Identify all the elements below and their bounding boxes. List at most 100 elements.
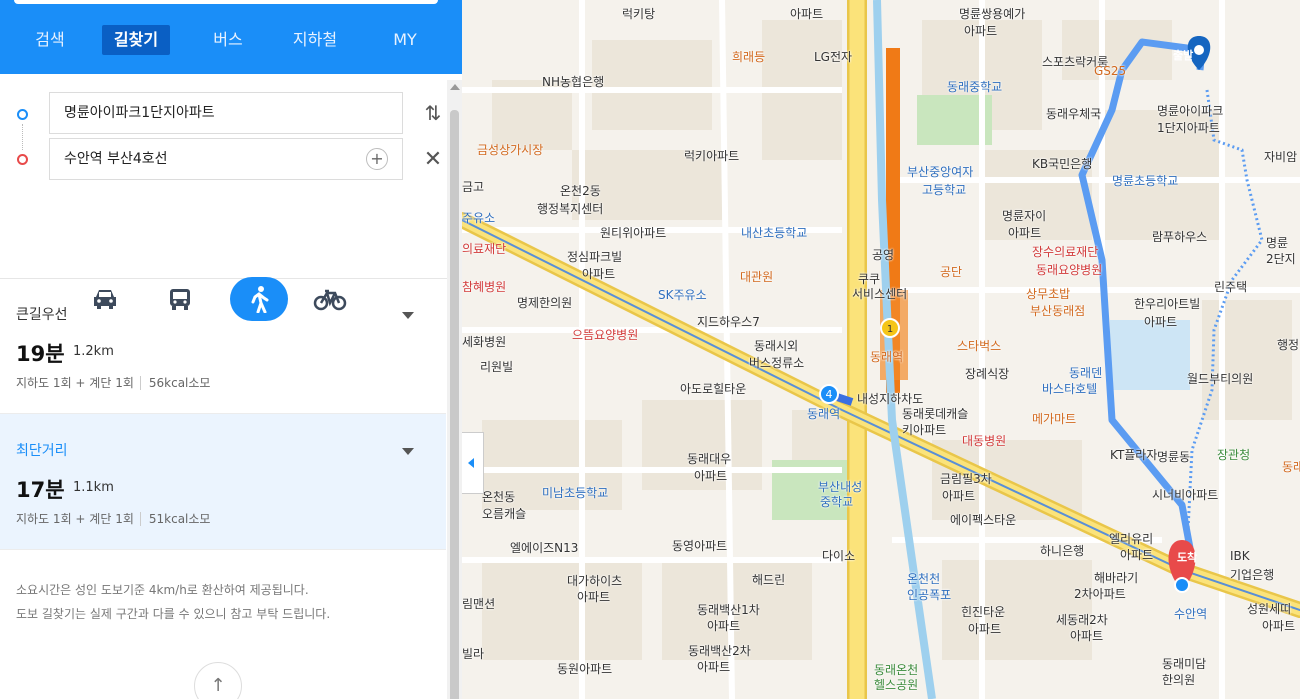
map-label[interactable]: 힌진타운 — [961, 603, 1005, 620]
map-label[interactable]: 희래등 — [732, 48, 765, 65]
map-label[interactable]: 아파트 — [964, 22, 997, 39]
map-label[interactable]: 명륜동 — [1157, 448, 1190, 465]
scroll-up-icon[interactable] — [450, 84, 460, 90]
destination-input[interactable]: 수안역 부산4호선 + — [49, 138, 403, 180]
map-label[interactable]: 스타벅스 — [957, 337, 1001, 354]
map-label[interactable]: 리원빌 — [480, 358, 513, 375]
tab-subway[interactable]: 지하철 — [282, 25, 348, 55]
map-label[interactable]: 아파트 — [1144, 313, 1177, 330]
map-label[interactable]: 온천천 — [907, 570, 940, 587]
map-label[interactable]: 동래역 — [807, 405, 840, 422]
collapse-panel-button[interactable] — [462, 432, 484, 494]
map-label[interactable]: 에이펙스타운 — [950, 511, 1016, 528]
map-label[interactable]: 동래롯데캐슬 — [902, 405, 968, 422]
map-label[interactable]: 럭키탕 — [622, 5, 655, 22]
map-label[interactable]: 참혜병원 — [462, 278, 506, 295]
map-label[interactable]: 월드부티의원 — [1187, 370, 1253, 387]
map-label[interactable]: IBK — [1230, 549, 1250, 563]
chevron-down-icon[interactable] — [402, 312, 414, 319]
map-label[interactable]: 세동래2차 — [1056, 611, 1108, 628]
map-label[interactable]: 동래백산1차 — [697, 601, 760, 618]
map-label[interactable]: 으뜸요양병원 — [572, 326, 638, 343]
map-label[interactable]: 동원아파트 — [557, 660, 612, 677]
map-label[interactable]: 럭키아파트 — [684, 147, 739, 164]
map-label[interactable]: SK주유소 — [658, 286, 707, 303]
map-label[interactable]: 금성상가시장 — [477, 141, 543, 158]
map-label[interactable]: 림맨션 — [462, 595, 495, 612]
map-label[interactable]: 아파트 — [1008, 224, 1041, 241]
map-label[interactable]: 명제한의원 — [517, 294, 572, 311]
map-label[interactable]: 아파트 — [694, 467, 727, 484]
map-label[interactable]: 빌라 — [462, 645, 484, 662]
map-label[interactable]: LG전자 — [814, 48, 852, 65]
tab-search[interactable]: 검색 — [22, 25, 78, 55]
map-label[interactable]: 금림필3차 — [940, 470, 992, 487]
map-view[interactable]: 4 1 출발 도착 럭키탕 아파트 명륜쌍용예가 아파트 희래등 LG전자 스포츠락커룸 GS… — [462, 0, 1300, 699]
tab-directions[interactable]: 길찾기 — [102, 25, 170, 55]
map-label[interactable]: KT플라자 — [1110, 446, 1157, 463]
map-label[interactable]: 명륜아이파크 — [1157, 102, 1223, 119]
map-label[interactable]: 내성지하차도 — [857, 390, 923, 407]
map-label[interactable]: 동래중학교 — [947, 78, 1002, 95]
map-label[interactable]: 아파트 — [1070, 627, 1103, 644]
map-label[interactable]: 오름캐슬 — [482, 505, 526, 522]
map-label[interactable]: 하니은행 — [1040, 542, 1084, 559]
map-label[interactable]: 아파트 — [707, 617, 740, 634]
map-label[interactable]: 한의원 — [1162, 671, 1195, 688]
map-label[interactable]: 아파트 — [790, 5, 823, 22]
map-label[interactable]: 지드하우스7 — [697, 313, 760, 330]
map-label[interactable]: 중학교 — [820, 493, 853, 510]
map-label[interactable]: 행정 — [1277, 336, 1299, 353]
map-label[interactable]: 명륜자이 — [1002, 207, 1046, 224]
map-label[interactable]: 아도로힐타운 — [680, 380, 746, 397]
map-label[interactable]: 엘리유리 — [1109, 530, 1153, 547]
map-label[interactable]: 동래시외 — [754, 337, 798, 354]
map-label[interactable]: 행정복지센터 — [537, 200, 603, 217]
map-label[interactable]: 서비스센터 — [852, 285, 907, 302]
map-label[interactable]: 동래요양병원 — [1036, 261, 1102, 278]
map-label[interactable]: 미남초등학교 — [542, 484, 608, 501]
map-label[interactable]: 공영 — [872, 246, 894, 263]
route-option-main-road[interactable]: 큰길우선 19분 1.2km 지하도 1회 + 계단 1회 56kcal소모 — [0, 278, 446, 414]
add-waypoint-button[interactable]: + — [366, 148, 388, 170]
map-label[interactable]: 한우리아트빌 — [1134, 295, 1200, 312]
map-label[interactable]: 수안역 — [1174, 605, 1207, 622]
tab-my[interactable]: MY — [380, 25, 430, 55]
map-label[interactable]: 장례식장 — [965, 365, 1009, 382]
map-label[interactable]: 대가하이츠 — [567, 572, 622, 589]
map-label[interactable]: 키아파트 — [902, 421, 946, 438]
map-label[interactable]: 동래우체국 — [1046, 105, 1101, 122]
map-label[interactable]: 2차아파트 — [1074, 585, 1126, 602]
map-label[interactable]: 의료재단 — [462, 240, 506, 257]
map-label[interactable]: 인공폭포 — [907, 586, 951, 603]
map-label[interactable]: 헬스공원 — [874, 676, 918, 693]
map-label[interactable]: GS25 — [1094, 64, 1126, 78]
map-label[interactable]: 동래미담 — [1162, 655, 1206, 672]
map-label[interactable]: 해드린 — [752, 571, 785, 588]
map-label[interactable]: 대관원 — [740, 268, 773, 285]
map-label[interactable]: 동래덴 — [1069, 364, 1102, 381]
map-label[interactable]: 1단지아파트 — [1157, 119, 1220, 136]
map-label[interactable]: 버스정류소 — [749, 354, 804, 371]
map-label[interactable]: 명륜쌍용예가 — [959, 5, 1025, 22]
map-label[interactable]: 부산중앙여자 — [907, 163, 973, 180]
map-label[interactable]: 바스타호텔 — [1042, 380, 1097, 397]
map-label[interactable]: 온천2동 — [560, 182, 601, 199]
search-box-edge[interactable] — [14, 0, 438, 4]
route-option-shortest[interactable]: 최단거리 17분 1.1km 지하도 1회 + 계단 1회 51kcal소모 — [0, 414, 446, 550]
map-label[interactable]: 동래역 — [870, 348, 903, 365]
panel-scrollbar[interactable] — [447, 80, 462, 699]
map-label[interactable]: 아파트 — [697, 658, 730, 675]
map-label[interactable]: 명륜초등학교 — [1112, 172, 1178, 189]
map-label[interactable]: NH농협은행 — [542, 73, 604, 90]
map-label[interactable]: 아파트 — [577, 588, 610, 605]
map-label[interactable]: 아파트 — [1120, 546, 1153, 563]
map-label[interactable]: 공단 — [940, 263, 962, 280]
map-label[interactable]: 람푸하우스 — [1152, 228, 1207, 245]
map-label[interactable]: 자비암 — [1264, 148, 1297, 165]
map-label[interactable]: 원티위아파트 — [600, 224, 666, 241]
map-label[interactable]: 장수의료재단 — [1032, 243, 1098, 260]
map-label[interactable]: 세화병원 — [462, 333, 506, 350]
map-label[interactable]: 성원세띠 — [1247, 600, 1291, 617]
map-label[interactable]: 장관청 — [1217, 446, 1250, 463]
